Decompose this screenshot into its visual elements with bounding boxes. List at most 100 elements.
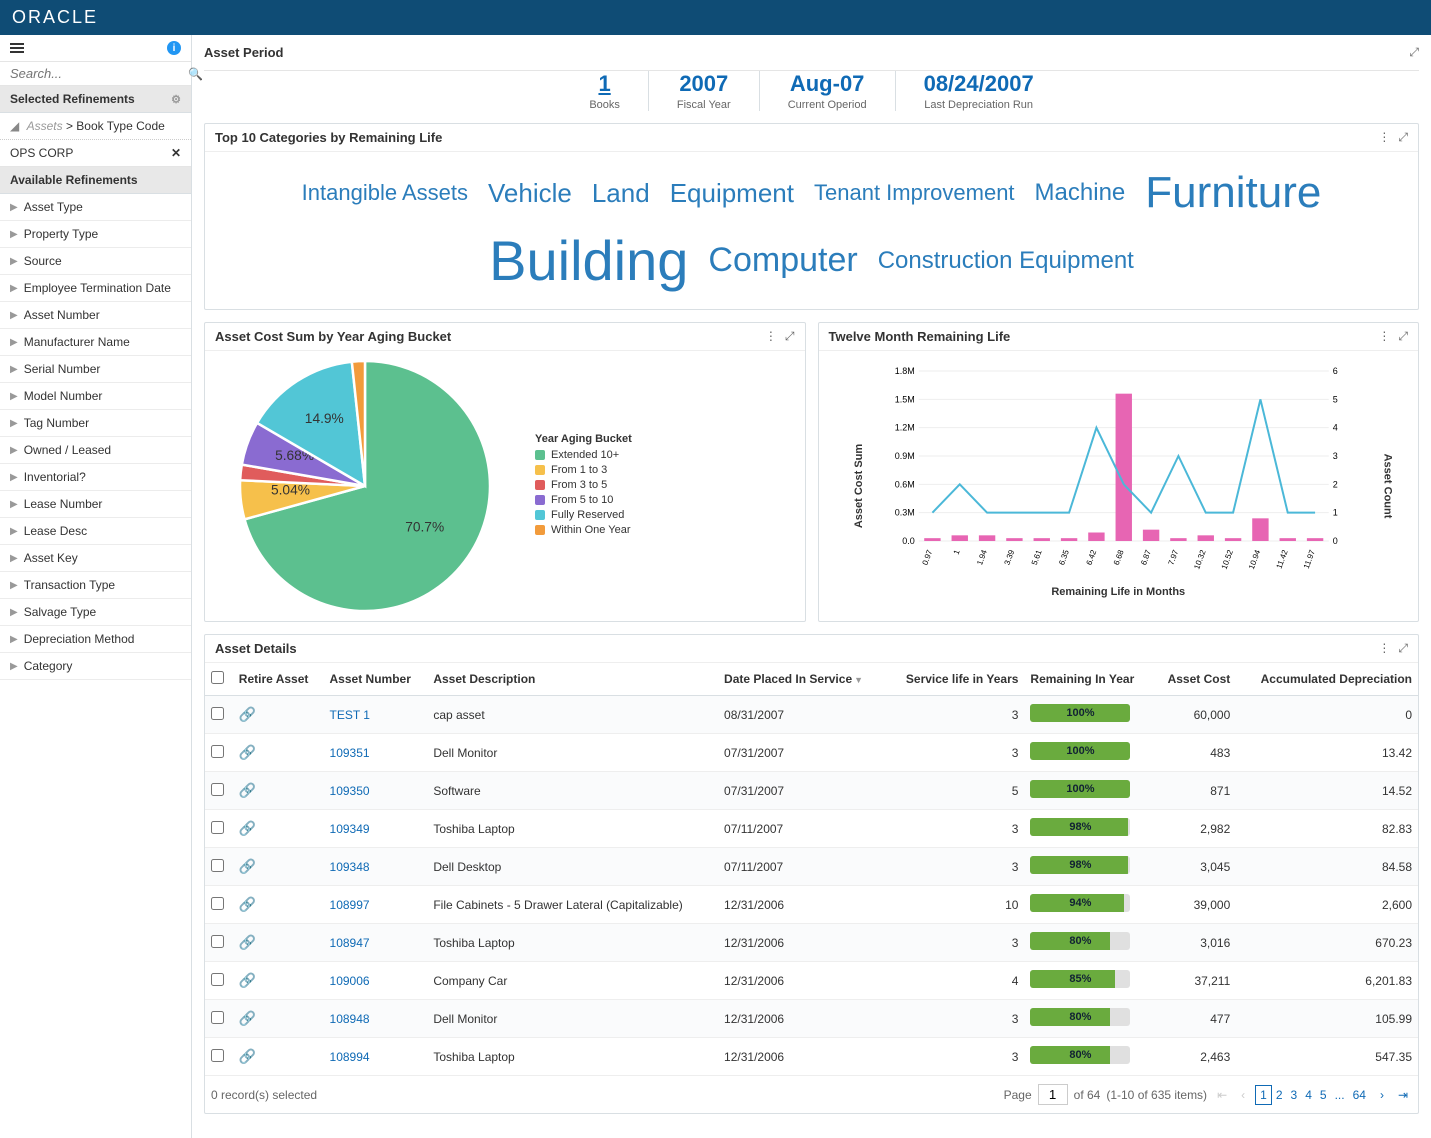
refine-item[interactable]: ▶Property Type <box>0 221 191 248</box>
page-first[interactable]: ⇤ <box>1213 1086 1231 1104</box>
column-header[interactable]: Asset Cost <box>1153 663 1236 696</box>
column-header[interactable] <box>205 663 233 696</box>
refine-item[interactable]: ▶Depreciation Method <box>0 626 191 653</box>
asset-number-link[interactable]: 109351 <box>330 746 370 760</box>
row-checkbox[interactable] <box>211 859 224 872</box>
asset-number-link[interactable]: 109006 <box>330 974 370 988</box>
page-last[interactable]: ⇥ <box>1394 1086 1412 1104</box>
row-checkbox[interactable] <box>211 973 224 986</box>
asset-number-link[interactable]: TEST 1 <box>330 708 370 722</box>
asset-number-link[interactable]: 108948 <box>330 1012 370 1026</box>
row-checkbox[interactable] <box>211 897 224 910</box>
options-icon[interactable]: ⋮ <box>1378 329 1390 344</box>
close-icon[interactable]: ✕ <box>171 146 181 160</box>
column-header[interactable]: Remaining In Year <box>1024 663 1153 696</box>
refine-item[interactable]: ▶Lease Number <box>0 491 191 518</box>
funnel-icon[interactable]: ⚙ <box>171 93 181 106</box>
column-header[interactable]: Service life in Years <box>886 663 1024 696</box>
expand-icon[interactable]: ⤢ <box>1398 130 1408 145</box>
word-cloud-term[interactable]: Vehicle <box>488 178 572 209</box>
asset-number-link[interactable]: 108947 <box>330 936 370 950</box>
page-link[interactable]: ... <box>1331 1086 1349 1104</box>
pie-chart[interactable]: 70.7%5.04%5.68%14.9% <box>215 336 515 636</box>
asset-number-link[interactable]: 109349 <box>330 822 370 836</box>
retire-icon[interactable]: 🔗 <box>239 1010 256 1027</box>
asset-number-link[interactable]: 109348 <box>330 860 370 874</box>
word-cloud-term[interactable]: Building <box>489 228 688 293</box>
options-icon[interactable]: ⋮ <box>1378 130 1390 145</box>
kpi-value[interactable]: 1 <box>589 71 620 97</box>
word-cloud-term[interactable]: Equipment <box>670 178 794 209</box>
expand-icon[interactable]: ⤢ <box>1398 329 1408 344</box>
row-checkbox[interactable] <box>211 783 224 796</box>
column-header[interactable]: Retire Asset <box>233 663 324 696</box>
word-cloud-term[interactable]: Construction Equipment <box>878 247 1134 275</box>
word-cloud-term[interactable]: Computer <box>708 241 857 280</box>
page-input[interactable] <box>1038 1084 1068 1105</box>
row-checkbox[interactable] <box>211 821 224 834</box>
word-cloud-term[interactable]: Furniture <box>1145 168 1321 218</box>
retire-icon[interactable]: 🔗 <box>239 858 256 875</box>
asset-number-link[interactable]: 108997 <box>330 898 370 912</box>
refine-item[interactable]: ▶Asset Number <box>0 302 191 329</box>
row-checkbox[interactable] <box>211 1049 224 1062</box>
column-header[interactable]: Date Placed In Service▼ <box>718 663 886 696</box>
refinement-breadcrumb[interactable]: ◢ Assets > Book Type Code <box>0 113 191 140</box>
row-checkbox[interactable] <box>211 935 224 948</box>
expand-icon[interactable]: ⤢ <box>785 329 795 344</box>
row-checkbox[interactable] <box>211 1011 224 1024</box>
options-icon[interactable]: ⋮ <box>765 329 777 344</box>
word-cloud-term[interactable]: Machine <box>1035 179 1126 207</box>
hamburger-icon[interactable] <box>10 43 24 53</box>
refine-item[interactable]: ▶Category <box>0 653 191 680</box>
page-next[interactable]: › <box>1376 1086 1388 1104</box>
retire-icon[interactable]: 🔗 <box>239 706 256 723</box>
legend-item[interactable]: From 3 to 5 <box>535 479 632 491</box>
word-cloud-term[interactable]: Land <box>592 178 650 209</box>
options-icon[interactable]: ⋮ <box>1378 641 1390 656</box>
page-link[interactable]: 1 <box>1255 1085 1272 1105</box>
legend-item[interactable]: From 5 to 10 <box>535 494 632 506</box>
refine-item[interactable]: ▶Transaction Type <box>0 572 191 599</box>
refine-item[interactable]: ▶Asset Key <box>0 545 191 572</box>
refine-item[interactable]: ▶Manufacturer Name <box>0 329 191 356</box>
retire-icon[interactable]: 🔗 <box>239 934 256 951</box>
retire-icon[interactable]: 🔗 <box>239 896 256 913</box>
page-link[interactable]: 64 <box>1349 1086 1370 1104</box>
retire-icon[interactable]: 🔗 <box>239 972 256 989</box>
refine-item[interactable]: ▶Inventorial? <box>0 464 191 491</box>
refine-item[interactable]: ▶Source <box>0 248 191 275</box>
retire-icon[interactable]: 🔗 <box>239 820 256 837</box>
refine-item[interactable]: ▶Owned / Leased <box>0 437 191 464</box>
column-header[interactable]: Accumulated Depreciation <box>1236 663 1418 696</box>
page-link[interactable]: 4 <box>1301 1086 1316 1104</box>
info-icon[interactable]: i <box>167 41 181 55</box>
combo-chart[interactable]: 0.00.3M0.6M0.9M1.2M1.5M1.8M01234560.9711… <box>829 361 1409 581</box>
refine-item[interactable]: ▶Asset Type <box>0 194 191 221</box>
legend-item[interactable]: Extended 10+ <box>535 449 632 461</box>
word-cloud-term[interactable]: Intangible Assets <box>302 180 468 206</box>
refine-item[interactable]: ▶Salvage Type <box>0 599 191 626</box>
refine-item[interactable]: ▶Lease Desc <box>0 518 191 545</box>
page-prev[interactable]: ‹ <box>1237 1086 1249 1104</box>
column-header[interactable]: Asset Description <box>427 663 718 696</box>
row-checkbox[interactable] <box>211 745 224 758</box>
select-all-checkbox[interactable] <box>211 671 224 684</box>
expand-icon[interactable]: ⤢ <box>1398 641 1408 656</box>
retire-icon[interactable]: 🔗 <box>239 782 256 799</box>
refine-item[interactable]: ▶Tag Number <box>0 410 191 437</box>
column-header[interactable]: Asset Number <box>324 663 428 696</box>
legend-item[interactable]: Fully Reserved <box>535 509 632 521</box>
page-link[interactable]: 5 <box>1316 1086 1331 1104</box>
asset-number-link[interactable]: 108994 <box>330 1050 370 1064</box>
word-cloud-term[interactable]: Tenant Improvement <box>814 180 1015 206</box>
refine-item[interactable]: ▶Employee Termination Date <box>0 275 191 302</box>
retire-icon[interactable]: 🔗 <box>239 744 256 761</box>
page-link[interactable]: 3 <box>1287 1086 1302 1104</box>
page-link[interactable]: 2 <box>1272 1086 1287 1104</box>
search-input[interactable] <box>10 66 188 81</box>
refine-item[interactable]: ▶Serial Number <box>0 356 191 383</box>
asset-number-link[interactable]: 109350 <box>330 784 370 798</box>
retire-icon[interactable]: 🔗 <box>239 1048 256 1065</box>
legend-item[interactable]: From 1 to 3 <box>535 464 632 476</box>
